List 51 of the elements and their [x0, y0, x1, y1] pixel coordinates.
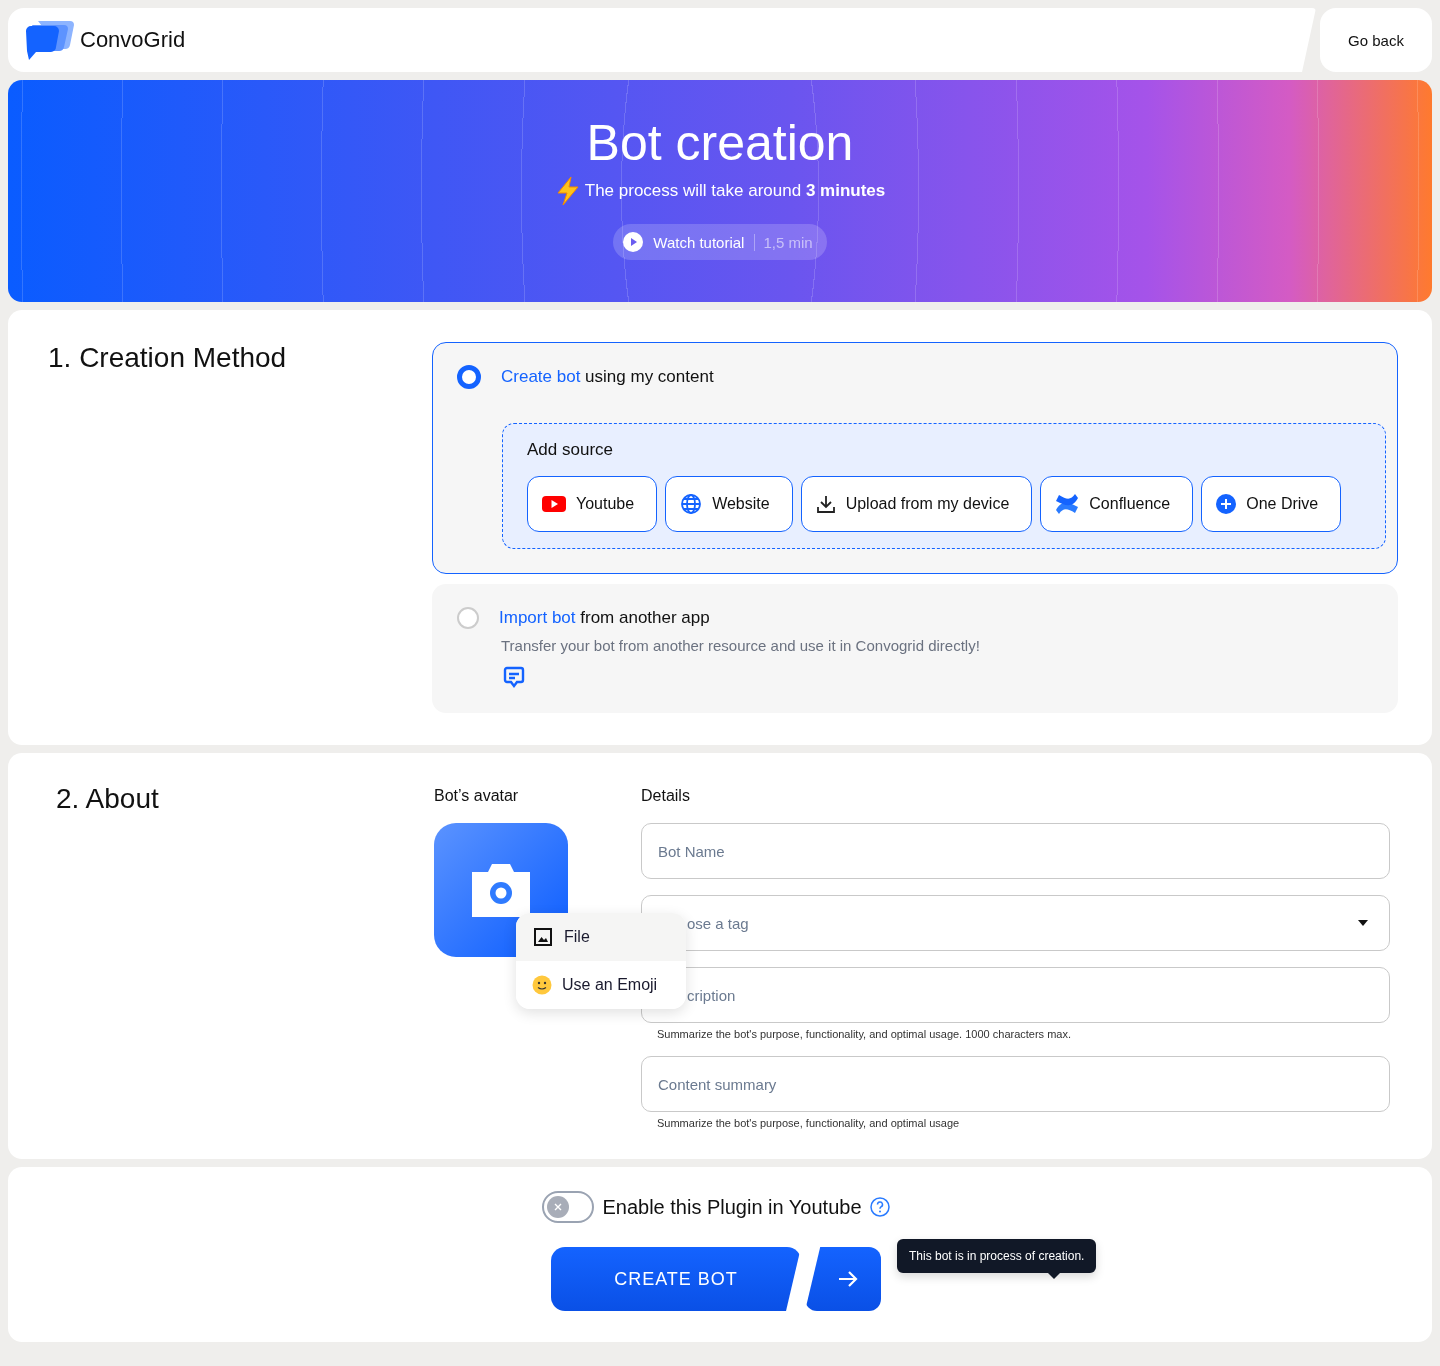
option-title: Create bot using my content	[501, 367, 714, 387]
watch-tutorial-button[interactable]: Watch tutorial 1,5 min	[613, 224, 827, 260]
toggle-label: Enable this Plugin in Youtube	[602, 1195, 862, 1219]
option-description: Transfer your bot from another resource and use it in Convogrid directly!	[501, 637, 981, 654]
video-play-icon	[542, 495, 566, 513]
lightning-icon	[554, 176, 581, 206]
tooltip: This bot is in process of creation.	[897, 1239, 1097, 1273]
avatar-label: Bot’s avatar	[434, 787, 520, 805]
source-button[interactable]: Upload from my device	[800, 476, 1033, 532]
source-button[interactable]: One Drive	[1201, 476, 1342, 532]
section-title: 2. About	[55, 783, 160, 816]
arrow-right-icon	[838, 1270, 858, 1288]
go-back-button[interactable]: Go back	[1320, 8, 1432, 72]
tag-dropdown[interactable]: ose a tag	[641, 895, 1390, 951]
image-icon	[534, 928, 552, 946]
creation-option[interactable]: Import bot from another app Transfer your bot from another resource and use it in Convogrid directly!	[432, 584, 1398, 713]
tooltip-pointer	[1048, 1273, 1061, 1279]
hero-title: Bot creation	[586, 114, 854, 172]
input-field[interactable]: Content summary	[641, 1056, 1390, 1112]
plus-icon	[1216, 494, 1237, 514]
camera-icon	[470, 862, 532, 918]
tutorial-duration: 1,5 min	[754, 233, 813, 251]
chat-icon	[503, 666, 525, 688]
logo-icon	[24, 19, 74, 61]
globe-icon	[680, 493, 703, 515]
create-bot-button[interactable]: CREATE BOT	[551, 1247, 801, 1311]
panel-title: Add source	[527, 440, 614, 460]
next-button[interactable]	[805, 1247, 881, 1311]
toggle-switch[interactable]	[542, 1191, 595, 1223]
menu-item[interactable]: File	[516, 913, 686, 961]
play-icon	[623, 232, 644, 252]
brand-name: ConvoGrid	[80, 27, 186, 53]
details-label: Details	[641, 787, 691, 805]
download-icon	[815, 494, 836, 514]
field-hint: Summarize the bot's purpose, functionality, and optimal usage. 1000 characters max.	[656, 1028, 1072, 1040]
section-title: 1. Creation Method	[47, 342, 288, 375]
source-button[interactable]: Youtube	[527, 476, 658, 532]
help-icon[interactable]	[869, 1197, 890, 1217]
crossed-waves-icon	[1055, 492, 1080, 516]
input-field[interactable]: Bot Name	[641, 823, 1390, 879]
dropdown-caret-icon	[1358, 920, 1368, 926]
creation-option[interactable]: Create bot using my content Add source Youtube Website Upload from my device Confluence One Drive	[432, 342, 1398, 574]
radio-button[interactable]	[457, 365, 481, 389]
smiley-icon	[532, 975, 552, 995]
hero-subtitle: The process will take around 3 minutes	[584, 181, 886, 201]
menu-item[interactable]: Use an Emoji	[516, 961, 686, 1009]
source-button[interactable]: Website	[665, 476, 793, 532]
source-button[interactable]: Confluence	[1040, 476, 1194, 532]
field-hint: Summarize the bot's purpose, functionality, and optimal usage	[656, 1117, 961, 1129]
x-icon	[554, 1203, 563, 1211]
option-title: Import bot from another app	[499, 608, 710, 628]
